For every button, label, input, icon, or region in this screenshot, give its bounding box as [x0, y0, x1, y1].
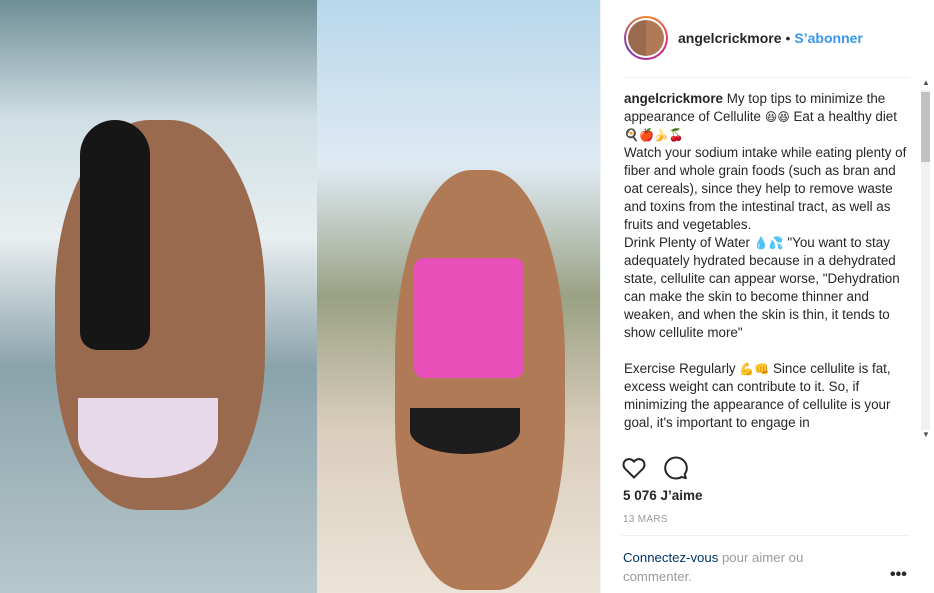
scroll-up-icon[interactable]: ▲ [920, 78, 932, 88]
login-prompt: Connectez-vous pour aimer ou commenter. [623, 548, 843, 586]
post-image[interactable] [0, 0, 600, 593]
person-right [395, 170, 565, 590]
heart-icon[interactable] [621, 455, 647, 481]
scrollbar-thumb[interactable] [921, 92, 930, 162]
caption-line4: Exercise Regularly [624, 361, 736, 376]
caption-username[interactable]: angelcrickmore [624, 91, 723, 106]
caption-para2: Watch your sodium intake while eating pl… [624, 145, 907, 232]
more-options-icon[interactable]: ••• [890, 566, 907, 584]
caption-para3: "You want to stay adequately hydrated be… [624, 235, 900, 340]
comment-icon[interactable] [663, 455, 689, 481]
person-left-hair [80, 120, 150, 350]
header-separator: • [785, 30, 791, 46]
instagram-post: angelcrickmore • S’abonner angelcrickmor… [0, 0, 934, 593]
post-header: angelcrickmore • S’abonner [624, 14, 863, 62]
avatar[interactable] [624, 16, 668, 60]
caption-scrollbar[interactable]: ▲ ▼ [918, 78, 932, 442]
swimwear-left [78, 398, 218, 478]
action-bar [621, 455, 689, 481]
post-date: 13 MARS [623, 514, 668, 525]
likes-count[interactable]: 5 076 J’aime [623, 488, 703, 503]
scroll-down-icon[interactable]: ▼ [920, 430, 932, 440]
header-divider [623, 77, 910, 78]
header-username[interactable]: angelcrickmore [678, 30, 782, 46]
caption-area: angelcrickmore My top tips to minimize t… [624, 90, 914, 442]
swimwear-right [410, 408, 520, 454]
sports-top [414, 258, 524, 378]
caption-line3: Drink Plenty of Water [624, 235, 751, 250]
caption-emoji-2: 🍳🍎🍌🍒 [624, 128, 684, 142]
caption-emoji-1: 😆😆 [764, 110, 790, 124]
caption-emoji-3: 💧💦 [753, 236, 784, 250]
footer-divider [622, 535, 910, 536]
caption-line2: Eat a healthy diet [793, 109, 897, 124]
follow-button[interactable]: S’abonner [794, 30, 862, 46]
post-sidebar: angelcrickmore • S’abonner angelcrickmor… [600, 0, 934, 593]
login-link[interactable]: Connectez-vous [623, 550, 718, 565]
caption-emoji-4: 💪👊 [739, 362, 770, 376]
